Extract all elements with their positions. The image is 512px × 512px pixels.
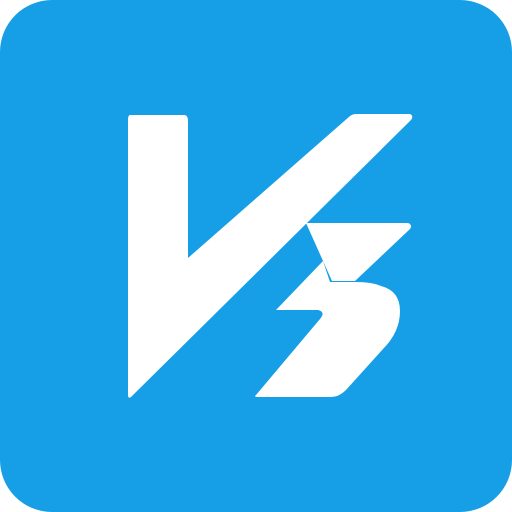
v3-logo-icon xyxy=(0,0,512,512)
app-icon-tile[interactable] xyxy=(0,0,512,512)
